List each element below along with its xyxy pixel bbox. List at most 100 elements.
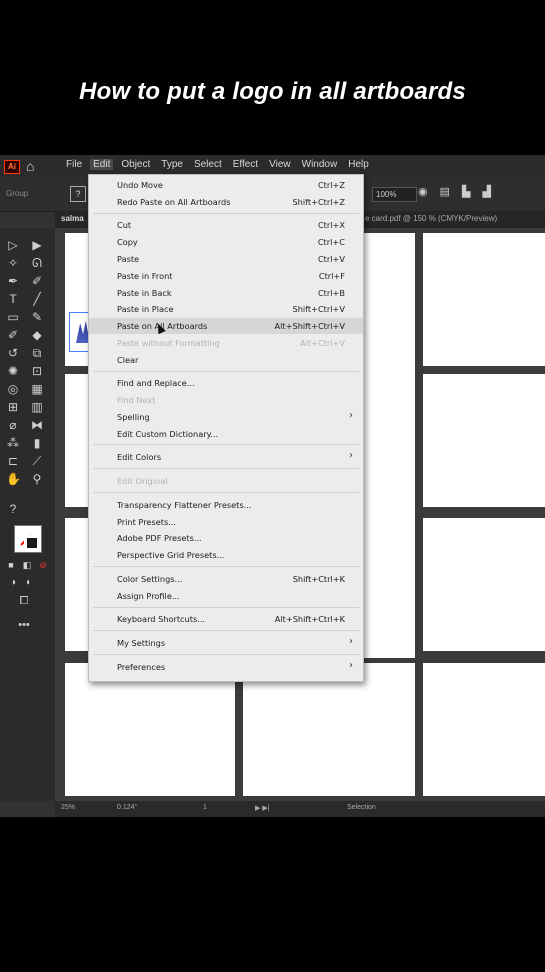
menu-effect[interactable]: Effect xyxy=(233,159,258,170)
menu-object[interactable]: Object xyxy=(121,159,150,170)
menu-item-redo[interactable]: Redo Paste on All Artboards Shift+Ctrl+Z xyxy=(89,194,363,210)
menu-item-spelling[interactable]: Spelling › xyxy=(89,409,363,425)
blend-tool-icon[interactable]: ⧓ xyxy=(30,418,44,432)
menu-item-find-and-replace[interactable]: Find and Replace... xyxy=(89,375,363,391)
artboard[interactable] xyxy=(423,663,545,796)
artboard[interactable] xyxy=(423,518,545,651)
menu-item-paste-in-place[interactable]: Paste in Place Shift+Ctrl+V xyxy=(89,301,363,317)
selection-type-label: Group xyxy=(6,189,29,198)
help-question-icon[interactable]: ? xyxy=(6,502,20,516)
document-setup-icon[interactable]: ▤ xyxy=(440,185,450,198)
rectangle-tool-icon[interactable]: ▭ xyxy=(6,310,20,324)
color-mode-icon[interactable]: ■ xyxy=(4,558,18,572)
menu-separator xyxy=(93,630,359,631)
menu-item-transparency-flattener-presets[interactable]: Transparency Flattener Presets... xyxy=(89,497,363,513)
type-tool-icon[interactable]: T xyxy=(6,292,20,306)
mesh-tool-icon[interactable]: ⊞ xyxy=(6,400,20,414)
draw-mode-icon[interactable]: ◑ xyxy=(6,576,20,590)
edit-menu-dropdown: Undo Move Ctrl+Z Redo Paste on All Artboa… xyxy=(88,174,364,682)
menu-file[interactable]: File xyxy=(66,159,82,170)
menu-item-edit-colors[interactable]: Edit Colors › xyxy=(89,449,363,465)
pen-tool-icon[interactable]: ✒ xyxy=(6,274,20,288)
help-icon[interactable]: ? xyxy=(70,186,86,202)
shaper-tool-icon[interactable]: ✐ xyxy=(6,328,20,342)
menu-item-color-settings[interactable]: Color Settings... Shift+Ctrl+K xyxy=(89,571,363,587)
lasso-icon[interactable]: ᘏ xyxy=(30,256,44,270)
symbol-sprayer-icon[interactable]: ⁂ xyxy=(6,436,20,450)
screen-mode-icon[interactable]: ⧠ xyxy=(17,594,31,608)
stroke-color-swatch[interactable] xyxy=(24,535,40,551)
graph-tool-icon[interactable]: ▮ xyxy=(30,436,44,450)
menu-item-paste-on-all-artboards[interactable]: Paste on All Artboards Alt+Shift+Ctrl+V xyxy=(89,318,363,334)
menu-item-edit-custom-dictionary[interactable]: Edit Custom Dictionary... xyxy=(89,426,363,442)
menu-edit[interactable]: Edit xyxy=(90,159,114,170)
align-center-icon[interactable]: ▟ xyxy=(482,185,490,198)
zoom-tool-icon[interactable]: ⚲ xyxy=(30,472,44,486)
curvature-tool-icon[interactable]: ✐ xyxy=(30,274,44,288)
line-tool-icon[interactable]: ╱ xyxy=(30,292,44,306)
menu-view[interactable]: View xyxy=(269,159,291,170)
menu-item-keyboard-shortcuts[interactable]: Keyboard Shortcuts... Alt+Shift+Ctrl+K xyxy=(89,611,363,627)
slice-tool-icon[interactable]: ⟋ xyxy=(30,454,44,468)
submenu-chevron-icon: › xyxy=(349,660,353,671)
submenu-chevron-icon: › xyxy=(349,450,353,461)
eraser-icon[interactable]: ◆ xyxy=(30,328,44,342)
scale-tool-icon[interactable]: ⧉ xyxy=(30,346,44,360)
menu-item-paste-in-back[interactable]: Paste in Back Ctrl+B xyxy=(89,285,363,301)
perspective-grid-icon[interactable]: ▦ xyxy=(30,382,44,396)
tools-panel: ▷ ▶ ✧ ᘏ ✒ ✐ T ╱ ▭ ✎ ✐ ◆ ↺ ⧉ ✺ ⊡ ◎ ▦ ⊞ ▥ … xyxy=(0,228,55,801)
eyedropper-icon[interactable]: ⌀ xyxy=(6,418,20,432)
menu-item-cut[interactable]: Cut Ctrl+X xyxy=(89,217,363,233)
shape-builder-icon[interactable]: ◎ xyxy=(6,382,20,396)
menu-item-adobe-pdf-presets[interactable]: Adobe PDF Presets... xyxy=(89,530,363,546)
direct-selection-tool-icon[interactable]: ▶ xyxy=(30,238,44,252)
artboard[interactable] xyxy=(243,663,415,796)
draw-behind-icon[interactable]: ◐ xyxy=(22,576,36,590)
opacity-field[interactable]: 100% xyxy=(372,187,417,202)
menu-item-paste-in-front[interactable]: Paste in Front Ctrl+F xyxy=(89,268,363,284)
menu-item-copy[interactable]: Copy Ctrl+C xyxy=(89,234,363,250)
rotation-angle[interactable]: 0.124° xyxy=(117,804,137,811)
document-tab-active[interactable]: e card.pdf @ 150 % (CMYK/Preview) xyxy=(365,214,497,223)
align-left-icon[interactable]: ▙ xyxy=(462,185,470,198)
menu-item-clear[interactable]: Clear xyxy=(89,352,363,368)
menu-item-paste[interactable]: Paste Ctrl+V xyxy=(89,251,363,267)
menu-item-my-settings[interactable]: My Settings › xyxy=(89,635,363,651)
menu-item-preferences[interactable]: Preferences › xyxy=(89,659,363,675)
menu-help[interactable]: Help xyxy=(348,159,369,170)
warp-tool-icon[interactable]: ✺ xyxy=(6,364,20,378)
artboard[interactable] xyxy=(423,233,545,366)
zoom-level[interactable]: 25% xyxy=(61,804,75,811)
menu-item-perspective-grid-presets[interactable]: Perspective Grid Presets... xyxy=(89,547,363,563)
menu-separator xyxy=(93,654,359,655)
more-tools-icon[interactable]: ••• xyxy=(17,618,31,632)
menu-item-find-next: Find Next xyxy=(117,395,156,405)
magic-wand-icon[interactable]: ✧ xyxy=(6,256,20,270)
paintbrush-icon[interactable]: ✎ xyxy=(30,310,44,324)
home-icon[interactable]: ⌂ xyxy=(26,158,34,174)
menu-item-undo-move[interactable]: Undo Move Ctrl+Z xyxy=(89,177,363,193)
menu-item-assign-profile[interactable]: Assign Profile... xyxy=(89,588,363,604)
style-icon[interactable]: ◉ xyxy=(418,185,428,198)
video-caption: How to put a logo in all artboards xyxy=(79,78,466,105)
menu-item-edit-original: Edit Original xyxy=(117,476,168,486)
menu-select[interactable]: Select xyxy=(194,159,222,170)
artboard[interactable] xyxy=(423,374,545,507)
selection-tool-icon[interactable]: ▷ xyxy=(6,238,20,252)
document-tab[interactable]: salma xyxy=(61,214,84,223)
artboard-number[interactable]: 1 xyxy=(203,804,207,811)
menu-window[interactable]: Window xyxy=(302,159,338,170)
menu-item-print-presets[interactable]: Print Presets... xyxy=(89,514,363,530)
none-mode-icon[interactable]: ⊘ xyxy=(36,558,50,572)
menu-separator xyxy=(93,213,359,214)
artboard-nav-icon[interactable]: ▶ ▶| xyxy=(255,804,270,812)
status-bar: 25% 0.124° 1 ▶ ▶| Selection xyxy=(55,801,545,817)
menu-type[interactable]: Type xyxy=(161,159,183,170)
artboard[interactable] xyxy=(65,663,235,796)
gradient-mode-icon[interactable]: ◧ xyxy=(20,558,34,572)
gradient-tool-icon[interactable]: ▥ xyxy=(30,400,44,414)
rotate-tool-icon[interactable]: ↺ xyxy=(6,346,20,360)
free-transform-icon[interactable]: ⊡ xyxy=(30,364,44,378)
hand-tool-icon[interactable]: ✋ xyxy=(6,472,21,486)
artboard-tool-icon[interactable]: ⊏ xyxy=(6,454,20,468)
